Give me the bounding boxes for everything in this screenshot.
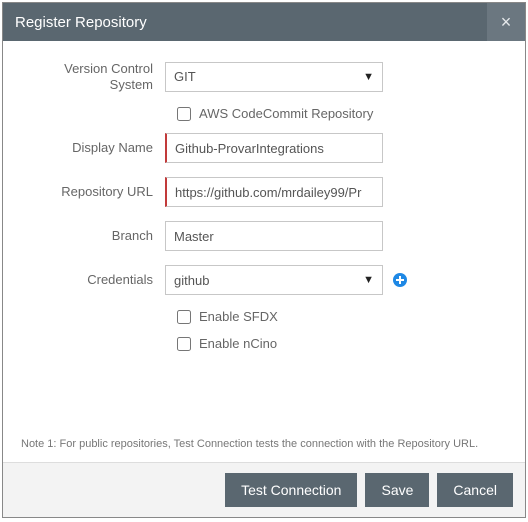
note-text: Note 1: For public repositories, Test Co… bbox=[3, 438, 525, 462]
credentials-select[interactable]: github ▼ bbox=[165, 265, 383, 295]
vcs-value: GIT bbox=[174, 69, 196, 84]
display-name-label: Display Name bbox=[25, 140, 165, 156]
credentials-value: github bbox=[174, 273, 209, 288]
display-name-input[interactable] bbox=[165, 133, 383, 163]
dialog-title: Register Repository bbox=[15, 14, 147, 31]
repo-url-input[interactable] bbox=[165, 177, 383, 207]
close-icon: × bbox=[501, 12, 512, 33]
chevron-down-icon: ▼ bbox=[363, 274, 374, 286]
dialog-titlebar: Register Repository × bbox=[3, 3, 525, 41]
close-button[interactable]: × bbox=[487, 3, 525, 41]
vcs-select[interactable]: GIT ▼ bbox=[165, 62, 383, 92]
save-button[interactable]: Save bbox=[365, 473, 429, 507]
sfdx-label: Enable SFDX bbox=[199, 309, 278, 324]
branch-input[interactable] bbox=[165, 221, 383, 251]
ncino-checkbox[interactable] bbox=[177, 337, 191, 351]
credentials-label: Credentials bbox=[25, 272, 165, 288]
cancel-button[interactable]: Cancel bbox=[437, 473, 513, 507]
sfdx-checkbox[interactable] bbox=[177, 310, 191, 324]
chevron-down-icon: ▼ bbox=[363, 71, 374, 83]
dialog-footer: Test Connection Save Cancel bbox=[3, 462, 525, 517]
form-area: Version Control System GIT ▼ AWS CodeCom… bbox=[3, 41, 525, 438]
repo-url-label: Repository URL bbox=[25, 184, 165, 200]
branch-label: Branch bbox=[25, 228, 165, 244]
register-repository-dialog: Register Repository × Version Control Sy… bbox=[2, 2, 526, 518]
aws-label: AWS CodeCommit Repository bbox=[199, 106, 373, 121]
test-connection-button[interactable]: Test Connection bbox=[225, 473, 357, 507]
aws-checkbox[interactable] bbox=[177, 107, 191, 121]
ncino-label: Enable nCino bbox=[199, 336, 277, 351]
plus-circle-icon bbox=[392, 272, 408, 288]
add-credential-button[interactable] bbox=[391, 271, 409, 289]
vcs-label: Version Control System bbox=[25, 61, 165, 92]
